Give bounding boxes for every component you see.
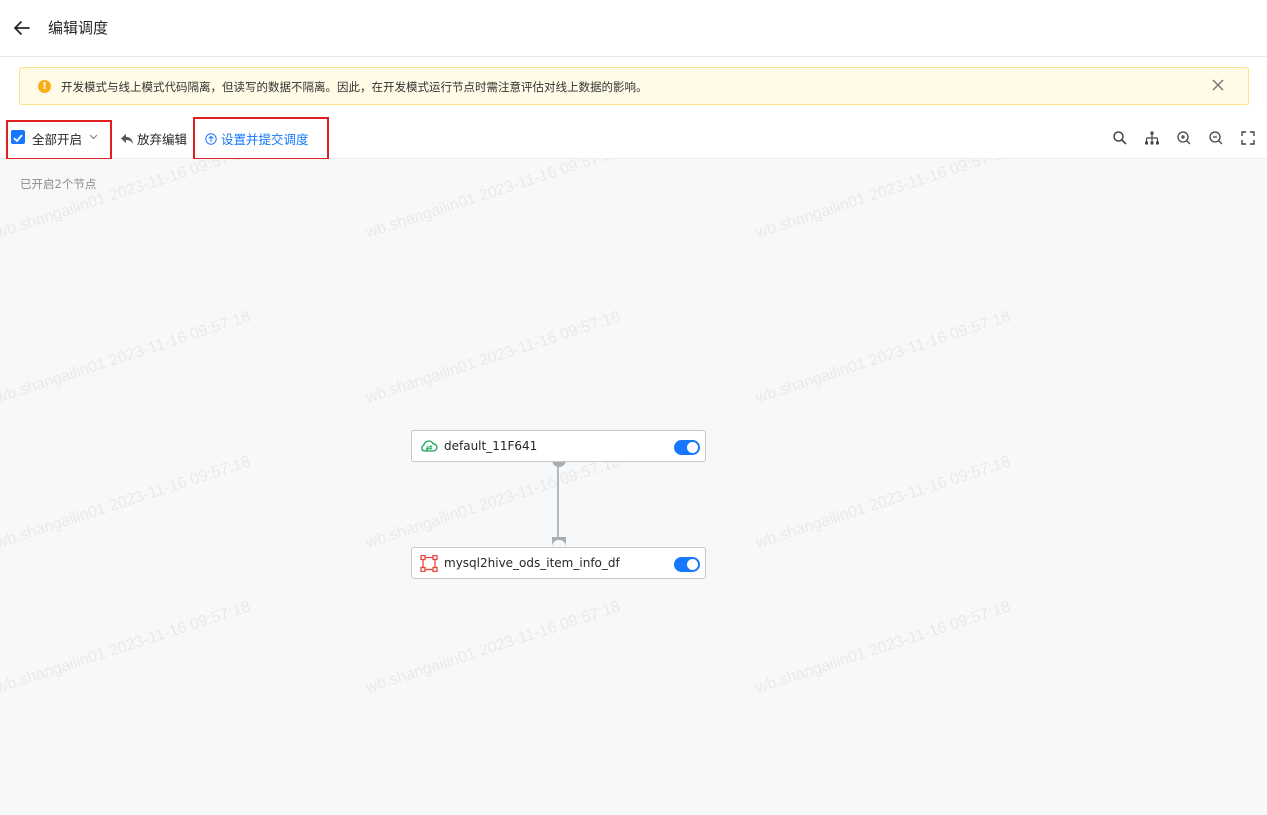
- zoom-out-icon[interactable]: [1207, 129, 1225, 147]
- toolbar: 全部开启 放弃编辑 设置并提交调度: [0, 117, 1267, 160]
- watermark: wb.shangailin01 2023-11-16 09:57:18: [363, 159, 623, 242]
- fullscreen-icon[interactable]: [1239, 129, 1257, 147]
- watermark: wb.shangailin01 2023-11-16 09:57:18: [753, 598, 1013, 697]
- node-enable-toggle[interactable]: [674, 557, 700, 572]
- page-title: 编辑调度: [48, 19, 109, 37]
- chevron-down-icon[interactable]: [89, 132, 98, 141]
- back-arrow-icon[interactable]: [12, 18, 32, 38]
- upload-circle-icon: [205, 133, 217, 145]
- watermark: wb.shangailin01 2023-11-16 09:57:18: [363, 308, 623, 407]
- watermark: wb.shangailin01 2023-11-16 09:57:18: [0, 453, 253, 552]
- watermark: wb.shangailin01 2023-11-16 09:57:18: [0, 159, 253, 242]
- watermark: wb.shangailin01 2023-11-16 09:57:18: [363, 598, 623, 697]
- discard-edit-label: 放弃编辑: [137, 132, 188, 147]
- submit-schedule-button[interactable]: 设置并提交调度: [205, 129, 309, 148]
- header-bar: 编辑调度: [0, 0, 1267, 57]
- watermark: wb.shangailin01 2023-11-16 09:57:18: [753, 308, 1013, 407]
- watermark: wb.shangailin01 2023-11-16 09:57:18: [363, 453, 623, 552]
- warning-alert: ! 开发模式与线上模式代码隔离，但读写的数据不隔离。因此，在开发模式运行节点时需…: [19, 67, 1249, 105]
- enable-all-label[interactable]: 全部开启: [32, 129, 82, 148]
- watermark: wb.shangailin01 2023-11-16 09:57:18: [753, 453, 1013, 552]
- dag-node[interactable]: default_11F641: [411, 430, 706, 462]
- zoom-in-icon[interactable]: [1175, 129, 1193, 147]
- close-icon[interactable]: [1210, 77, 1226, 93]
- enabled-count-text: 已开启2个节点: [20, 177, 97, 191]
- data-sync-icon: [420, 555, 438, 572]
- enable-all-checkbox[interactable]: [11, 130, 25, 144]
- warning-icon: !: [38, 80, 51, 93]
- node-name: mysql2hive_ods_item_info_df: [444, 556, 620, 570]
- input-port-icon[interactable]: [552, 533, 566, 547]
- watermark: wb.shangailin01 2023-11-16 09:57:18: [0, 598, 253, 697]
- cloud-sync-icon: [421, 440, 438, 452]
- node-name: default_11F641: [444, 439, 538, 453]
- node-enable-toggle[interactable]: [674, 440, 700, 455]
- dag-canvas[interactable]: 已开启2个节点 wb.shangailin01 2023-11-16 09:57…: [0, 159, 1267, 815]
- discard-edit-button[interactable]: 放弃编辑: [120, 129, 187, 148]
- watermark: wb.shangailin01 2023-11-16 09:57:18: [0, 308, 253, 407]
- checkmark-icon: [13, 134, 23, 143]
- submit-schedule-label: 设置并提交调度: [221, 132, 309, 147]
- search-icon[interactable]: [1111, 129, 1129, 147]
- undo-icon: [121, 134, 133, 144]
- alert-text: 开发模式与线上模式代码隔离，但读写的数据不隔离。因此，在开发模式运行节点时需注意…: [61, 80, 648, 94]
- watermark: wb.shangailin01 2023-11-16 09:57:18: [753, 159, 1013, 242]
- layout-tree-icon[interactable]: [1143, 129, 1161, 147]
- canvas-tools: [1111, 129, 1257, 147]
- dag-node[interactable]: mysql2hive_ods_item_info_df: [411, 547, 706, 579]
